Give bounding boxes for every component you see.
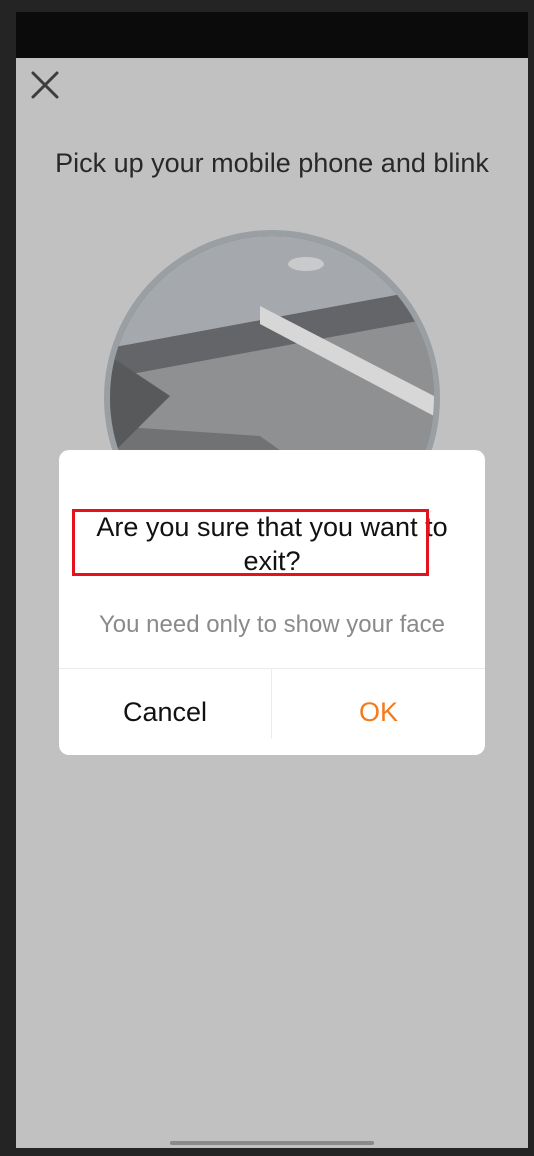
device-frame: Pick up your mobile phone and blink Are … <box>0 0 534 1156</box>
liveness-screen: Pick up your mobile phone and blink Are … <box>16 58 528 1148</box>
dialog-message: You need only to show your face <box>98 611 446 638</box>
home-indicator[interactable] <box>170 1141 374 1145</box>
dialog-title: Are you sure that you want to exit? <box>96 512 448 576</box>
exit-confirm-dialog: Are you sure that you want to exit? You … <box>59 450 485 755</box>
ok-button[interactable]: OK <box>272 669 485 755</box>
status-bar <box>16 12 528 58</box>
cancel-button[interactable]: Cancel <box>59 669 271 755</box>
